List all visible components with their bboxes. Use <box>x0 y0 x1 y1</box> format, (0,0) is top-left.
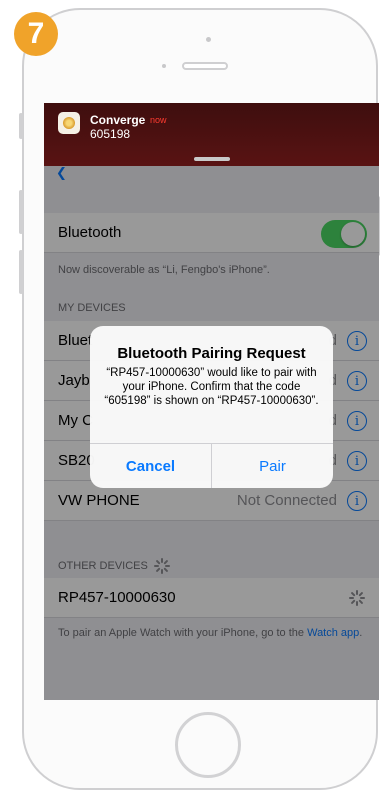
alert-message: “RP457-10000630” would like to pair with… <box>104 367 319 407</box>
banner-grabber-handle[interactable] <box>194 157 230 161</box>
phone-screen: ❮ Bluetooth Now discoverable as “Li, Fen… <box>44 103 379 700</box>
notification-body: 605198 <box>90 127 131 141</box>
volume-down-button <box>19 250 23 294</box>
pair-button[interactable]: Pair <box>212 444 333 488</box>
pairing-request-alert: Bluetooth Pairing Request “RP457-1000063… <box>90 326 333 488</box>
mute-switch <box>19 113 23 139</box>
step-badge: 7 <box>14 12 58 56</box>
proximity-sensor <box>162 64 166 68</box>
alert-actions: Cancel Pair <box>90 443 333 488</box>
alert-title: Bluetooth Pairing Request <box>117 345 306 362</box>
notification-banner[interactable]: Converge now 605198 <box>44 103 379 166</box>
earpiece-speaker <box>182 62 228 70</box>
home-button[interactable] <box>175 712 241 778</box>
notification-app-name: Converge <box>90 113 146 127</box>
front-camera <box>206 37 211 42</box>
notification-time: now <box>150 115 167 125</box>
cancel-button[interactable]: Cancel <box>90 444 212 488</box>
converge-app-icon <box>58 112 80 134</box>
volume-up-button <box>19 190 23 234</box>
